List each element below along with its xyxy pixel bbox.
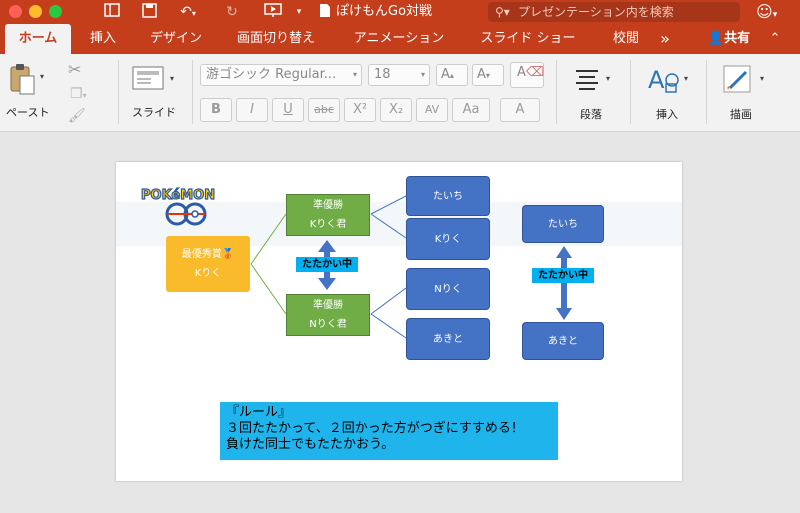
draw-label: 描画 (730, 108, 752, 121)
clear-formatting-button[interactable]: A⌫ (510, 62, 544, 88)
ribbon-tab-row: ホーム 挿入 デザイン 画面切り替え アニメーション スライド ショー 校閲 »… (0, 24, 800, 54)
insert-shapes-icon[interactable]: A (646, 62, 680, 100)
save-icon[interactable] (140, 3, 158, 21)
search-placeholder: プレゼンテーション内を検索 (518, 5, 674, 19)
player-box-nriku[interactable]: Nりく (406, 268, 490, 310)
player-box-taichi[interactable]: たいち (406, 176, 490, 216)
search-box[interactable]: ⚲▾ プレゼンテーション内を検索 (488, 2, 740, 22)
right-match-top-box[interactable]: たいち (522, 205, 604, 243)
strikethrough-button[interactable]: abc (308, 98, 340, 122)
search-icon: ⚲▾ (495, 5, 510, 19)
close-window-button[interactable] (9, 5, 22, 18)
paste-label: ペースト (6, 106, 50, 119)
paragraph-label: 段落 (580, 108, 602, 121)
font-size-combo[interactable]: 18 ▾ (368, 64, 430, 86)
rule-line-1: ３回たたかって、２回かった方がつぎにすすめる！ (226, 421, 524, 436)
tab-home[interactable]: ホーム (5, 24, 71, 54)
winner-box[interactable]: 最優秀賞🥉 Kりく (166, 236, 250, 292)
superscript-button[interactable]: X² (344, 98, 376, 122)
increase-font-size-button[interactable]: A▴ (436, 64, 468, 86)
ribbon-separator (118, 60, 119, 124)
slide-layout-dropdown-icon[interactable]: ▾ (170, 74, 174, 83)
copy-icon[interactable]: ❐▾ (70, 86, 87, 102)
ribbon-separator (706, 60, 707, 124)
winner-title: 最優秀賞🥉 (181, 249, 235, 260)
slide-label: スライド (132, 106, 176, 119)
zoom-window-button[interactable] (49, 5, 62, 18)
tab-design[interactable]: デザイン (140, 24, 212, 54)
paragraph-dropdown-icon[interactable]: ▾ (606, 74, 610, 83)
slide-canvas[interactable]: POKéMON 最優秀賞🥉 Kりく 準優勝 Kりく君 準優勝 Nりく君 たたかい… (116, 162, 682, 481)
document-title: ぽけもんGo対戦 (336, 4, 433, 19)
customize-toolbar-icon[interactable]: ▾ (294, 3, 304, 21)
new-slide-button[interactable] (132, 66, 166, 92)
fighting-label-left[interactable]: たたかい中 (296, 257, 358, 272)
font-color-button[interactable]: A (500, 98, 540, 122)
rule-line-2: 負けた同士でもたたかおう。 (226, 437, 395, 452)
bold-button[interactable]: B (200, 98, 232, 122)
semifinal-box-2[interactable]: 準優勝 Nりく君 (286, 294, 370, 336)
chevron-down-icon: ▾ (352, 70, 357, 79)
right-match-bottom-box[interactable]: あきと (522, 322, 604, 360)
share-button[interactable]: 👤共有 (700, 24, 758, 54)
redo-icon[interactable]: ↻ (223, 3, 241, 21)
tab-transitions[interactable]: 画面切り替え (226, 24, 326, 54)
tab-review[interactable]: 校閲 (604, 24, 648, 54)
semifinal-box-1[interactable]: 準優勝 Kりく君 (286, 194, 370, 236)
tab-insert[interactable]: 挿入 (82, 24, 124, 54)
winner-name: Kりく (194, 268, 222, 279)
insert-label: 挿入 (656, 108, 678, 121)
underline-button[interactable]: U (272, 98, 304, 122)
italic-button[interactable]: I (236, 98, 268, 122)
undo-icon[interactable]: ↶▾ (174, 3, 202, 21)
decrease-font-size-button[interactable]: A▾ (472, 64, 504, 86)
ribbon-separator (630, 60, 631, 124)
draw-brush-icon[interactable] (722, 64, 756, 100)
ribbon-separator (192, 60, 193, 124)
present-icon[interactable] (259, 3, 287, 21)
paragraph-align-icon[interactable] (574, 68, 600, 94)
character-spacing-button[interactable]: AV (416, 98, 448, 122)
sidebar-toggle-icon[interactable] (103, 3, 121, 21)
double-arrow-right (556, 246, 572, 320)
chevron-down-icon: ▾ (420, 70, 425, 79)
svg-text:A: A (648, 66, 665, 94)
collapse-ribbon-icon[interactable]: ⌃ (764, 24, 786, 54)
more-tabs-icon[interactable]: » (650, 24, 680, 54)
fighting-label-right[interactable]: たたかい中 (532, 268, 594, 283)
player-box-kriku[interactable]: Kりく (406, 218, 490, 260)
change-case-button[interactable]: Aa (452, 98, 490, 122)
title-bar: ↶▾ ↻ ▾ ぽけもんGo対戦 ⚲▾ プレゼンテーション内を検索 ☺▾ (0, 0, 800, 24)
format-painter-icon[interactable]: 🖌 (68, 108, 86, 124)
player-box-akito[interactable]: あきと (406, 318, 490, 360)
ribbon-separator (556, 60, 557, 124)
rule-textbox[interactable]: 『ルール』 ３回たたかって、２回かった方がつぎにすすめる！ 負けた同士でもたたか… (220, 402, 558, 460)
feedback-smiley-icon[interactable]: ☺▾ (756, 2, 777, 25)
tab-slideshow[interactable]: スライド ショー (468, 24, 588, 54)
font-name-combo[interactable]: 游ゴシック Regular... ▾ (200, 64, 362, 86)
insert-dropdown-icon[interactable]: ▾ (684, 74, 688, 83)
rule-title: 『ルール』 (226, 405, 292, 420)
paste-dropdown-icon[interactable]: ▾ (40, 72, 44, 81)
minimize-window-button[interactable] (29, 5, 42, 18)
powerpoint-doc-icon (318, 3, 332, 21)
ribbon-home: ▾ ペースト ✂ ❐▾ 🖌 ▾ スライド 游ゴシック Regular... ▾ … (0, 54, 800, 132)
draw-dropdown-icon[interactable]: ▾ (760, 74, 764, 83)
tab-animations[interactable]: アニメーション (340, 24, 458, 54)
cut-icon[interactable]: ✂ (68, 60, 81, 79)
subscript-button[interactable]: X₂ (380, 98, 412, 122)
add-person-icon: 👤 (707, 31, 725, 46)
paste-button[interactable] (8, 62, 38, 98)
